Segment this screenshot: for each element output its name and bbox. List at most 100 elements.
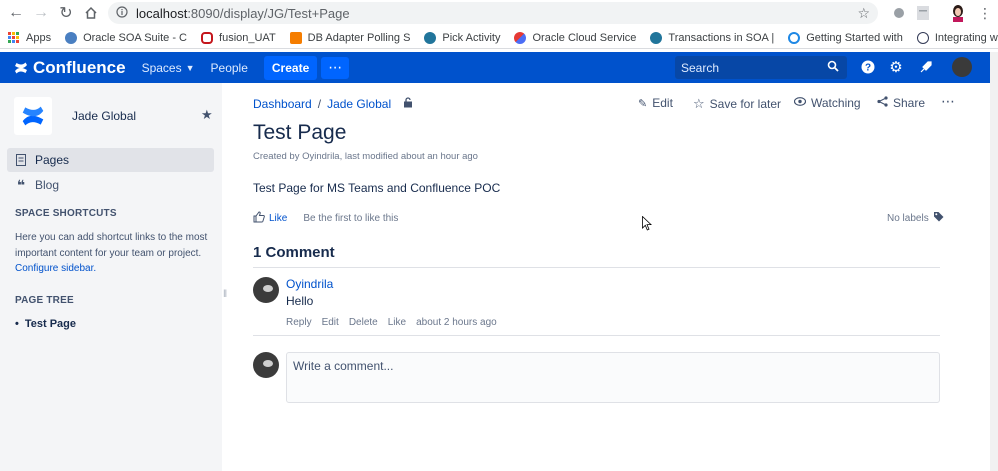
spaces-label: Spaces	[141, 60, 182, 75]
page-body: Test Page for MS Teams and Confluence PO…	[253, 181, 501, 195]
bookmark-pick-activity[interactable]: Pick Activity	[424, 31, 501, 44]
page-byline: Created by Oyindrila, last modified abou…	[253, 151, 478, 162]
bookmarks-bar: Apps Oracle SOA Suite - C fusion_UAT DB …	[0, 27, 998, 49]
restrictions-lock-icon[interactable]	[403, 97, 413, 111]
thumbs-up-icon[interactable]	[253, 211, 265, 226]
share-icon	[877, 96, 888, 110]
dell-icon	[916, 31, 929, 44]
sidebar-item-pages[interactable]: Pages	[7, 148, 214, 172]
comment-edit-link[interactable]: Edit	[322, 317, 339, 328]
like-button[interactable]: Like	[269, 213, 287, 224]
spaces-menu[interactable]: Spaces ▼	[142, 61, 195, 75]
user-avatar[interactable]	[952, 57, 972, 77]
labels-area[interactable]: No labels	[887, 211, 944, 225]
comment-author-avatar[interactable]	[253, 277, 279, 303]
confluence-header: Confluence Spaces ▼ People Create ⋯ Searc…	[0, 52, 998, 83]
menu-dots-icon[interactable]: ⋮	[976, 4, 994, 22]
cloud-service-icon	[514, 31, 527, 44]
bookmark-apps[interactable]: Apps	[8, 31, 52, 44]
comment-like-link[interactable]: Like	[388, 317, 406, 328]
gear-icon[interactable]: ⚙	[888, 59, 904, 76]
create-button[interactable]: Create	[263, 55, 318, 80]
url-text: localhost:8090/display/JG/Test+Page	[136, 6, 350, 21]
blogger-icon	[289, 31, 302, 44]
info-icon[interactable]	[116, 5, 128, 21]
space-header[interactable]: Jade Global	[14, 97, 136, 135]
pencil-icon: ✎	[638, 97, 648, 110]
star-outline-icon: ☆	[693, 96, 705, 111]
edit-label: Edit	[652, 96, 673, 110]
more-create-button[interactable]: ⋯	[321, 56, 350, 79]
avatar-highlight	[263, 360, 273, 367]
page-scrollbar[interactable]	[990, 52, 998, 471]
ring-icon	[788, 31, 801, 44]
back-icon[interactable]: ←	[4, 1, 28, 25]
oracle-icon	[201, 31, 214, 44]
wordpress-icon	[650, 31, 663, 44]
share-label: Share	[893, 96, 926, 110]
extension-icon[interactable]	[890, 4, 908, 22]
pdf-extension-icon[interactable]	[914, 4, 932, 22]
comment-reply-link[interactable]: Reply	[286, 317, 312, 328]
bookmark-db-adapter[interactable]: DB Adapter Polling S	[289, 31, 411, 44]
comment-placeholder: Write a comment...	[293, 359, 394, 373]
confluence-logo[interactable]: Confluence	[14, 58, 126, 78]
space-shortcuts-heading: SPACE SHORTCUTS	[15, 208, 117, 219]
labels-text: No labels	[887, 212, 929, 224]
page-tree-heading: PAGE TREE	[15, 295, 74, 306]
watching-action[interactable]: Watching	[793, 96, 861, 110]
breadcrumb-dashboard[interactable]: Dashboard	[253, 97, 312, 111]
comment-divider	[253, 335, 940, 336]
people-link[interactable]: People	[211, 61, 248, 75]
comment-author[interactable]: Oyindrila	[286, 277, 333, 291]
edit-action[interactable]: ✎ Edit	[638, 96, 673, 110]
bookmark-label: Apps	[26, 31, 52, 44]
more-actions-icon[interactable]: ⋯	[941, 93, 955, 110]
space-name: Jade Global	[72, 109, 137, 123]
globe-icon	[65, 31, 78, 44]
search-input[interactable]: Search	[675, 56, 847, 79]
comment-input[interactable]: Write a comment...	[286, 352, 940, 403]
bookmark-label: Integrating with the	[934, 31, 998, 44]
shortcuts-description: Here you can add shortcut links to the m…	[15, 230, 211, 277]
bookmark-transactions-soa[interactable]: Transactions in SOA |	[650, 31, 774, 44]
sidebar-resize-handle[interactable]: ‖	[223, 289, 227, 300]
help-icon[interactable]: ?	[860, 59, 876, 75]
bookmark-label: DB Adapter Polling S	[307, 31, 411, 44]
breadcrumb: Dashboard / Jade Global	[253, 97, 413, 111]
page-tree-item[interactable]: • Test Page	[15, 318, 76, 330]
breadcrumb-separator: /	[317, 97, 322, 111]
chevron-down-icon: ▼	[185, 62, 195, 73]
space-logo-icon	[14, 97, 52, 135]
bookmark-label: Oracle Cloud Service	[532, 31, 637, 44]
reload-icon[interactable]: ↻	[54, 1, 78, 25]
comment-timestamp[interactable]: about 2 hours ago	[416, 317, 497, 328]
breadcrumb-space[interactable]: Jade Global	[327, 97, 391, 111]
forward-icon[interactable]: →	[29, 1, 53, 25]
sidebar-item-blog[interactable]: ❝ Blog	[7, 173, 214, 197]
product-name: Confluence	[33, 57, 126, 77]
bookmark-getting-started[interactable]: Getting Started with	[788, 31, 903, 44]
favourite-star-icon[interactable]: ★	[201, 107, 213, 123]
bullet-icon: •	[15, 318, 19, 330]
bookmark-oracle-soa[interactable]: Oracle SOA Suite - C	[65, 31, 187, 44]
profile-avatar-icon[interactable]	[949, 4, 967, 22]
bookmark-label: Pick Activity	[442, 31, 501, 44]
bookmark-star-icon[interactable]: ☆	[857, 5, 870, 22]
bookmark-integrating[interactable]: Integrating with the	[916, 31, 998, 44]
notifications-icon[interactable]	[918, 59, 934, 75]
like-hint: Be the first to like this	[303, 213, 399, 224]
bookmark-oracle-cloud[interactable]: Oracle Cloud Service	[514, 31, 637, 44]
watching-label: Watching	[811, 96, 861, 110]
comment-delete-link[interactable]: Delete	[349, 317, 378, 328]
comment-actions: Reply Edit Delete Like about 2 hours ago	[286, 317, 507, 328]
share-action[interactable]: Share	[877, 96, 925, 110]
configure-sidebar-link[interactable]: Configure sidebar.	[15, 261, 211, 277]
home-icon[interactable]	[79, 1, 103, 25]
save-for-later-action[interactable]: ☆ Save for later	[693, 96, 781, 112]
bookmark-label: Getting Started with	[806, 31, 903, 44]
bookmark-fusion-uat[interactable]: fusion_UAT	[201, 31, 276, 44]
search-placeholder: Search	[681, 60, 720, 75]
address-bar[interactable]: localhost:8090/display/JG/Test+Page ☆	[108, 2, 878, 24]
comments-divider	[253, 267, 940, 268]
